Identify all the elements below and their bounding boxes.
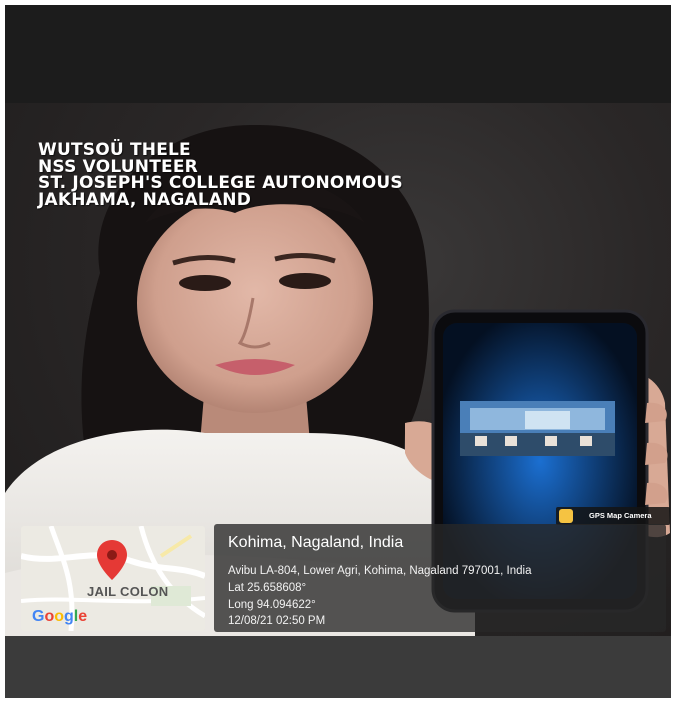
- location-info-card: Kohima, Nagaland, India Avibu LA-804, Lo…: [214, 524, 666, 632]
- gps-map-camera-badge: GPS Map Camera: [556, 507, 670, 525]
- map-pin-icon: [97, 540, 127, 580]
- location-longitude: Long 94.094622°: [228, 599, 316, 611]
- gps-map-camera-icon: [559, 509, 573, 523]
- bottom-bar: [5, 636, 671, 698]
- photo-frame: WUTSOÜ THELE NSS VOLUNTEER ST. JOSEPH'S …: [5, 5, 671, 698]
- map-place-label: JAIL COLON: [87, 584, 169, 599]
- badge-label: GPS Map Camera: [589, 511, 652, 520]
- photo-caption: WUTSOÜ THELE NSS VOLUNTEER ST. JOSEPH'S …: [38, 142, 403, 208]
- location-latitude: Lat 25.658608°: [228, 582, 307, 594]
- caption-line-place: JAKHAMA, NAGALAND: [38, 189, 252, 210]
- location-address: Avibu LA-804, Lower Agri, Kohima, Nagala…: [228, 565, 532, 577]
- location-title: Kohima, Nagaland, India: [228, 534, 404, 551]
- top-bar: [5, 5, 671, 103]
- location-datetime: 12/08/21 02:50 PM: [228, 615, 326, 627]
- map-thumbnail: JAIL COLON Google: [21, 526, 205, 631]
- google-logo: Google: [32, 608, 88, 625]
